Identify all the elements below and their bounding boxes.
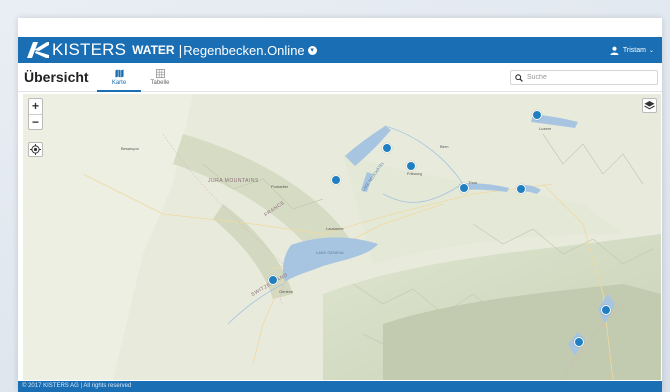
search-icon (515, 73, 523, 82)
layer-switch-button[interactable] (642, 98, 657, 113)
label-lake-geneva: LAKE GENEVA (316, 250, 344, 255)
user-name: Tristam (622, 46, 646, 54)
label-thun: Thun (468, 180, 478, 185)
map-terrain (23, 94, 661, 380)
label-bern: Bern (440, 144, 449, 149)
tab-tabelle-label: Tabelle (150, 80, 170, 86)
locate-button[interactable] (28, 142, 43, 157)
map-marker[interactable] (601, 304, 612, 315)
table-icon (155, 69, 165, 78)
map-marker[interactable] (573, 337, 584, 348)
map-marker[interactable] (382, 142, 393, 153)
zoom-in-button[interactable]: + (29, 99, 42, 114)
map-marker[interactable] (405, 160, 416, 171)
layers-icon (644, 101, 655, 110)
brand-name: KISTERS (52, 40, 127, 59)
tab-karte[interactable]: Karte (97, 69, 141, 92)
brand-separator: | (178, 42, 183, 58)
locate-icon (30, 144, 41, 155)
map-icon (114, 69, 124, 78)
tab-karte-label: Karte (111, 80, 127, 86)
map-marker[interactable] (268, 274, 279, 285)
zoom-out-button[interactable]: − (29, 114, 42, 129)
label-geneva: Genève (279, 289, 294, 294)
user-icon (610, 46, 619, 55)
label-besancon: Besançon (121, 146, 139, 151)
page-toolbar: Übersicht Karte Tabelle (18, 63, 662, 92)
map-marker[interactable] (515, 183, 526, 194)
label-pontarlier: Pontarlier (271, 184, 289, 189)
label-fribourg: Fribourg (407, 171, 422, 176)
map-view[interactable]: JURA MOUNTAINS FRANCE SWITZERLAND LAKE G… (23, 94, 661, 380)
user-menu[interactable]: Tristam ⌄ (610, 46, 654, 55)
map-marker[interactable] (458, 182, 469, 193)
chevron-down-icon: ⌄ (648, 47, 654, 54)
app-name[interactable]: Regenbecken.Online (183, 43, 304, 58)
product-name: WATER (132, 43, 175, 57)
app-switch-chevron-icon[interactable]: ▾ (307, 45, 317, 55)
footer: © 2017 KISTERS AG | All rights reserved (18, 381, 662, 392)
label-jura: JURA MOUNTAINS (208, 178, 259, 184)
tab-tabelle[interactable]: Tabelle (145, 69, 175, 86)
map-marker[interactable] (531, 110, 542, 121)
label-lausanne: Lausanne (326, 226, 344, 231)
top-navigation-bar: KISTERS WATER | Regenbecken.Online ▾ Tri… (18, 37, 662, 63)
kisters-logo-icon (27, 42, 49, 58)
search-input[interactable] (527, 74, 647, 81)
label-luzern: Luzern (539, 126, 552, 131)
page-title: Übersicht (24, 69, 89, 85)
zoom-control: + − (28, 98, 43, 130)
map-marker[interactable] (330, 174, 341, 185)
search-box[interactable] (510, 70, 658, 85)
